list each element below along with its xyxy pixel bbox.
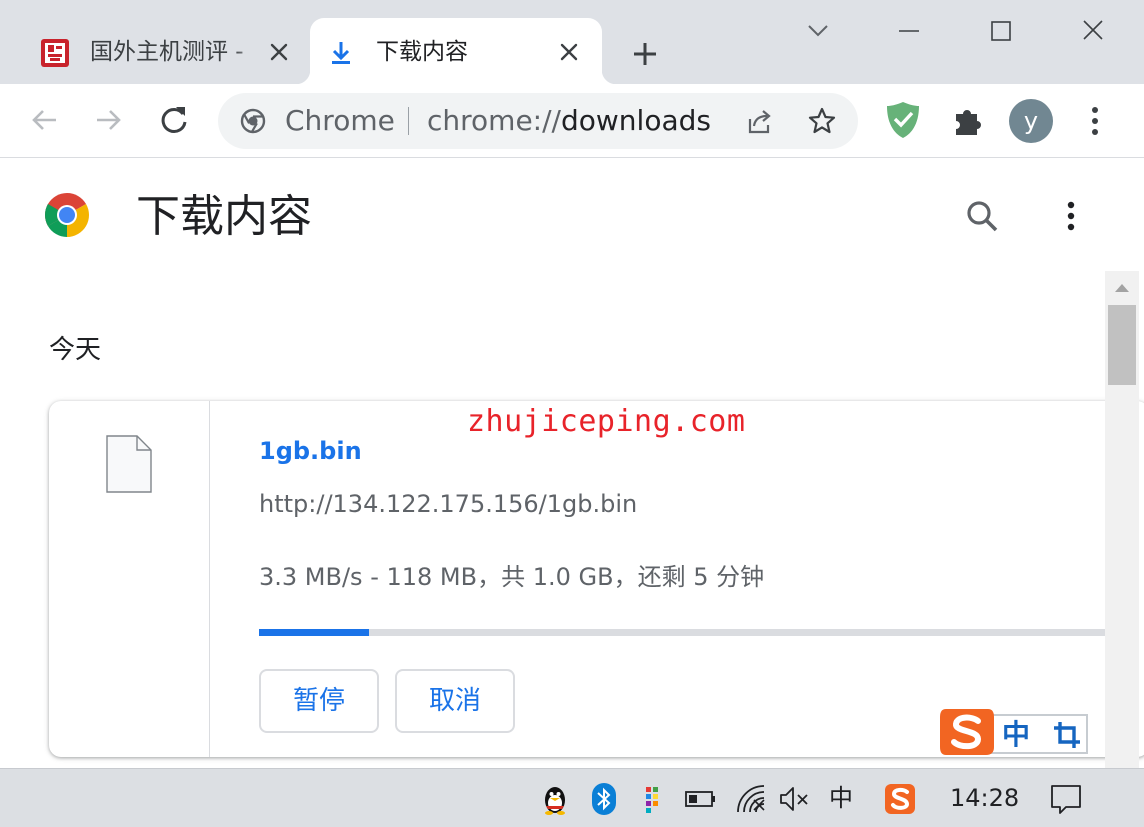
input-method-indicator[interactable]: 中	[829, 783, 853, 813]
ime-floating-toolbar[interactable]: 中	[938, 707, 1090, 757]
chrome-icon	[240, 108, 266, 134]
close-tab-icon[interactable]	[265, 38, 293, 66]
adguard-shield-icon[interactable]	[884, 100, 922, 140]
url-host: downloads	[560, 104, 711, 137]
scroll-up-arrow-icon[interactable]	[1113, 281, 1131, 295]
chrome-logo-icon	[45, 193, 89, 237]
date-heading: 今天	[49, 335, 102, 365]
file-source-url[interactable]: http://134.122.175.156/1gb.bin	[259, 489, 637, 519]
window-close-icon[interactable]	[1068, 8, 1118, 54]
pause-button[interactable]: 暂停	[259, 669, 379, 733]
windows-taskbar: 中 14:28	[0, 768, 1144, 827]
download-progress-fill	[259, 629, 369, 636]
scrollbar-thumb[interactable]	[1108, 305, 1136, 385]
extensions-puzzle-icon[interactable]	[948, 102, 986, 140]
system-clock[interactable]: 14:28	[950, 783, 1019, 813]
cancel-button[interactable]: 取消	[395, 669, 515, 733]
ime-mode-label[interactable]: 中	[1002, 718, 1030, 752]
download-item-card: 1gb.bin http://134.122.175.156/1gb.bin 3…	[49, 401, 1144, 757]
forward-arrow-icon[interactable]	[88, 100, 128, 140]
site-watermark: zhujiceping.com	[467, 404, 746, 439]
site-favicon-icon	[41, 39, 69, 67]
new-tab-icon[interactable]	[627, 36, 663, 72]
wifi-icon[interactable]	[734, 782, 768, 816]
ime-toolbar-panel: 中	[990, 714, 1088, 754]
crop-icon[interactable]	[1052, 720, 1082, 750]
address-bar[interactable]: Chrome chrome://downloads	[218, 93, 858, 149]
battery-icon[interactable]	[683, 782, 717, 816]
downloads-page: 下载内容 今天 1gb.bin http://134.122.175.156/1…	[0, 158, 1144, 768]
color-grid-app-icon[interactable]	[636, 782, 670, 816]
reload-icon[interactable]	[154, 100, 194, 140]
file-icon	[106, 435, 152, 493]
download-status: 3.3 MB/s - 118 MB，共 1.0 GB，还剩 5 分钟	[259, 563, 765, 591]
bookmark-star-icon[interactable]	[806, 105, 838, 137]
bluetooth-icon[interactable]	[587, 782, 621, 816]
tab-downloads[interactable]: 下载内容	[296, 18, 616, 84]
maximize-icon[interactable]	[976, 8, 1026, 54]
more-vert-icon[interactable]	[1055, 196, 1087, 236]
sogou-tray-icon[interactable]	[883, 782, 917, 816]
file-icon-column	[49, 401, 210, 757]
url-text[interactable]: chrome://downloads	[427, 105, 711, 137]
omnibox-chrome-label: Chrome	[285, 104, 395, 137]
minimize-icon[interactable]	[884, 8, 934, 54]
tab-strip: 国外主机测评 - 下载内容	[0, 0, 1144, 84]
page-title: 下载内容	[136, 191, 312, 242]
profile-avatar[interactable]: y	[1009, 99, 1053, 143]
download-icon	[332, 42, 350, 64]
sogou-logo-icon[interactable]	[938, 707, 996, 757]
omnibox-separator	[408, 107, 409, 135]
close-tab-icon[interactable]	[555, 38, 583, 66]
notification-center-icon[interactable]	[1049, 782, 1083, 816]
browser-toolbar: Chrome chrome://downloads y	[0, 84, 1144, 158]
url-scheme: chrome://	[427, 104, 561, 137]
download-progress-bar	[259, 629, 1105, 636]
tab-title: 国外主机测评 -	[90, 37, 260, 67]
vertical-scrollbar[interactable]	[1105, 271, 1139, 768]
more-vert-icon[interactable]	[1079, 101, 1111, 141]
tab-site-review[interactable]: 国外主机测评 -	[24, 18, 304, 84]
file-name-link[interactable]: 1gb.bin	[259, 436, 362, 466]
speaker-muted-icon[interactable]	[777, 782, 811, 816]
back-arrow-icon[interactable]	[25, 100, 65, 140]
search-icon[interactable]	[962, 196, 1002, 236]
qq-penguin-icon[interactable]	[538, 782, 572, 816]
tab-search-chevron-icon[interactable]	[793, 8, 843, 54]
share-icon[interactable]	[743, 106, 775, 138]
tab-title: 下载内容	[376, 39, 468, 65]
